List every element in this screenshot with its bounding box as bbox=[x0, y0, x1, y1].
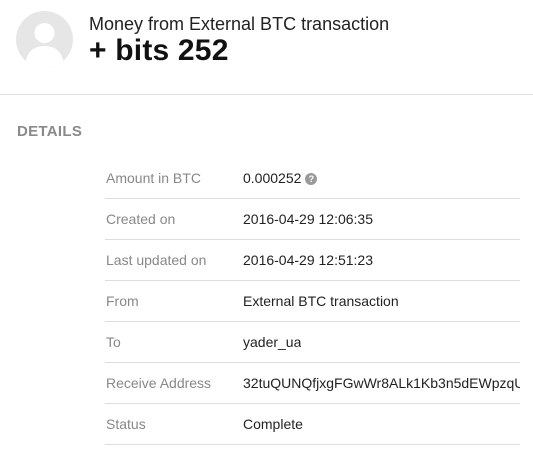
detail-label: Amount in BTC bbox=[106, 170, 201, 186]
detail-label: Created on bbox=[106, 211, 176, 227]
detail-label: Status bbox=[106, 416, 146, 432]
detail-value: 2016-04-29 12:06:35 bbox=[243, 211, 373, 227]
detail-value: 32tuQUNQfjxgFGwWr8ALk1Kb3n5dEWpzqU bbox=[243, 375, 520, 391]
detail-row-amount-btc: Amount in BTC 0.000252? bbox=[105, 158, 520, 199]
amount-btc-value: 0.000252 bbox=[243, 170, 302, 186]
detail-label: To bbox=[106, 334, 121, 350]
user-avatar-icon bbox=[16, 11, 73, 68]
detail-value: Complete bbox=[243, 416, 303, 432]
details-section-title: DETAILS bbox=[17, 123, 83, 140]
detail-row-status: Status Complete bbox=[105, 404, 520, 445]
transaction-header: Money from External BTC transaction + bi… bbox=[0, 0, 533, 94]
detail-row-from: From External BTC transaction bbox=[105, 281, 520, 322]
transaction-subtitle: Money from External BTC transaction bbox=[89, 14, 390, 34]
detail-value: yader_ua bbox=[243, 334, 302, 350]
detail-row-last-updated: Last updated on 2016-04-29 12:51:23 bbox=[105, 240, 520, 281]
detail-label: From bbox=[106, 293, 139, 309]
detail-value: 2016-04-29 12:51:23 bbox=[243, 252, 373, 268]
transaction-amount: + bits 252 bbox=[89, 34, 229, 67]
details-list: Amount in BTC 0.000252? Created on 2016-… bbox=[105, 158, 520, 445]
detail-row-created-on: Created on 2016-04-29 12:06:35 bbox=[105, 199, 520, 240]
detail-row-to: To yader_ua bbox=[105, 322, 520, 363]
detail-value: External BTC transaction bbox=[243, 293, 399, 309]
detail-value: 0.000252? bbox=[243, 170, 318, 186]
detail-label: Receive Address bbox=[106, 375, 212, 391]
detail-label: Last updated on bbox=[106, 252, 207, 268]
transaction-detail-page: Money from External BTC transaction + bi… bbox=[0, 0, 533, 451]
question-mark-icon[interactable]: ? bbox=[305, 173, 318, 185]
header-divider bbox=[0, 94, 533, 95]
detail-row-receive-address: Receive Address 32tuQUNQfjxgFGwWr8ALk1Kb… bbox=[105, 363, 520, 404]
